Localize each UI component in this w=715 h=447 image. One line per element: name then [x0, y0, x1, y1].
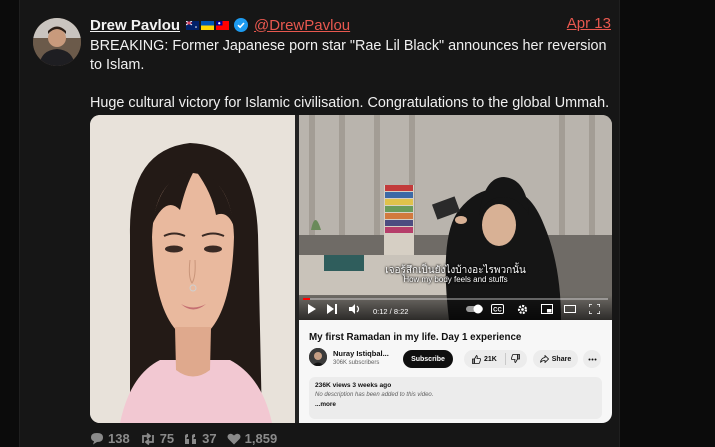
video-player[interactable]: เจอรู้สึกเป็นยังไงบ้างอะไรพวกนั้น How my…	[299, 115, 612, 320]
share-arrow-icon	[539, 355, 549, 363]
like-count: 1,859	[244, 431, 278, 446]
page-background: Drew Pavlou @DrewPavlou Apr 13 BREAKING:…	[0, 0, 715, 447]
flag-emojis	[186, 20, 230, 30]
autoplay-toggle-icon[interactable]	[466, 304, 483, 314]
channel-name[interactable]: Nuray Istiqbal...	[333, 349, 389, 358]
taiwan-flag-icon	[216, 20, 230, 30]
more-actions-button[interactable]	[583, 350, 601, 368]
post-paragraph-1: BREAKING: Former Japanese porn star "Rae…	[90, 38, 607, 73]
author-avatar[interactable]	[33, 18, 81, 66]
miniplayer-icon[interactable]	[541, 304, 553, 314]
video-description: No description has been added to this vi…	[315, 392, 434, 398]
author-handle[interactable]: @DrewPavlou	[254, 17, 350, 34]
reply-count: 138	[108, 431, 130, 446]
like-button[interactable]: 21K	[464, 354, 505, 364]
description-more-link[interactable]: ...more	[315, 401, 596, 408]
post-date[interactable]: Apr 13	[567, 15, 611, 32]
repost-icon	[141, 432, 154, 445]
verified-badge-icon	[234, 18, 249, 32]
theater-mode-icon[interactable]	[564, 304, 576, 314]
subscribe-button[interactable]: Subscribe	[403, 350, 453, 368]
repost-stat[interactable]: 75	[140, 431, 174, 446]
post-stats: 138 75 37 1,859	[90, 430, 277, 447]
share-label: Share	[551, 355, 572, 363]
quote-stat[interactable]: 37	[184, 431, 217, 446]
thumbs-up-icon	[472, 354, 481, 364]
video-time: 0:12 / 8:22	[373, 307, 409, 316]
dislike-button[interactable]	[506, 353, 520, 365]
captions-icon[interactable]: CC	[491, 304, 504, 314]
reply-stat[interactable]: 138	[90, 431, 130, 446]
video-description-box[interactable]: 236K views 3 weeks ago No description ha…	[309, 377, 602, 419]
video-title[interactable]: My first Ramadan in my life. Day 1 exper…	[309, 332, 521, 343]
like-count: 21K	[484, 355, 497, 363]
post-header: Drew Pavlou @DrewPavlou	[90, 15, 611, 35]
reply-bubble-icon	[91, 433, 103, 445]
post-media[interactable]: เจอรู้สึกเป็นยังไงบ้างอะไรพวกนั้น How my…	[90, 115, 612, 423]
video-controls: 0:12 / 8:22 CC	[299, 295, 612, 320]
svg-text:CC: CC	[493, 308, 502, 314]
video-subtitle-english: How my body feels and stuffs	[403, 275, 508, 284]
like-stat[interactable]: 1,859	[227, 431, 278, 446]
australia-flag-icon	[186, 20, 200, 30]
channel-avatar[interactable]	[309, 348, 327, 366]
volume-icon[interactable]	[349, 304, 361, 314]
quote-icon	[185, 433, 197, 444]
youtube-screenshot[interactable]: เจอรู้สึกเป็นยังไงบ้างอะไรพวกนั้น How my…	[299, 115, 612, 423]
video-views-meta: 236K views 3 weeks ago	[315, 382, 392, 389]
more-dots-icon	[588, 358, 596, 360]
portrait-photo[interactable]	[90, 115, 295, 423]
fullscreen-icon[interactable]	[589, 304, 600, 314]
video-progress-bar[interactable]	[303, 298, 608, 300]
video-progress-fill	[303, 298, 311, 300]
channel-subscribers: 306K subscribers	[333, 360, 380, 366]
post-text: BREAKING: Former Japanese porn star "Rae…	[90, 37, 615, 113]
thumbs-down-icon	[511, 353, 520, 363]
play-icon[interactable]	[307, 304, 316, 314]
next-icon[interactable]	[327, 304, 337, 314]
quote-count: 37	[202, 431, 217, 446]
repost-count: 75	[159, 431, 175, 446]
like-dislike-group: 21K	[464, 350, 527, 368]
settings-gear-icon[interactable]	[517, 304, 528, 315]
author-name[interactable]: Drew Pavlou	[90, 17, 180, 34]
ukraine-flag-icon	[201, 20, 215, 30]
share-button[interactable]: Share	[533, 350, 578, 368]
post-paragraph-2: Huge cultural victory for Islamic civili…	[90, 95, 610, 111]
heart-icon	[227, 433, 241, 444]
